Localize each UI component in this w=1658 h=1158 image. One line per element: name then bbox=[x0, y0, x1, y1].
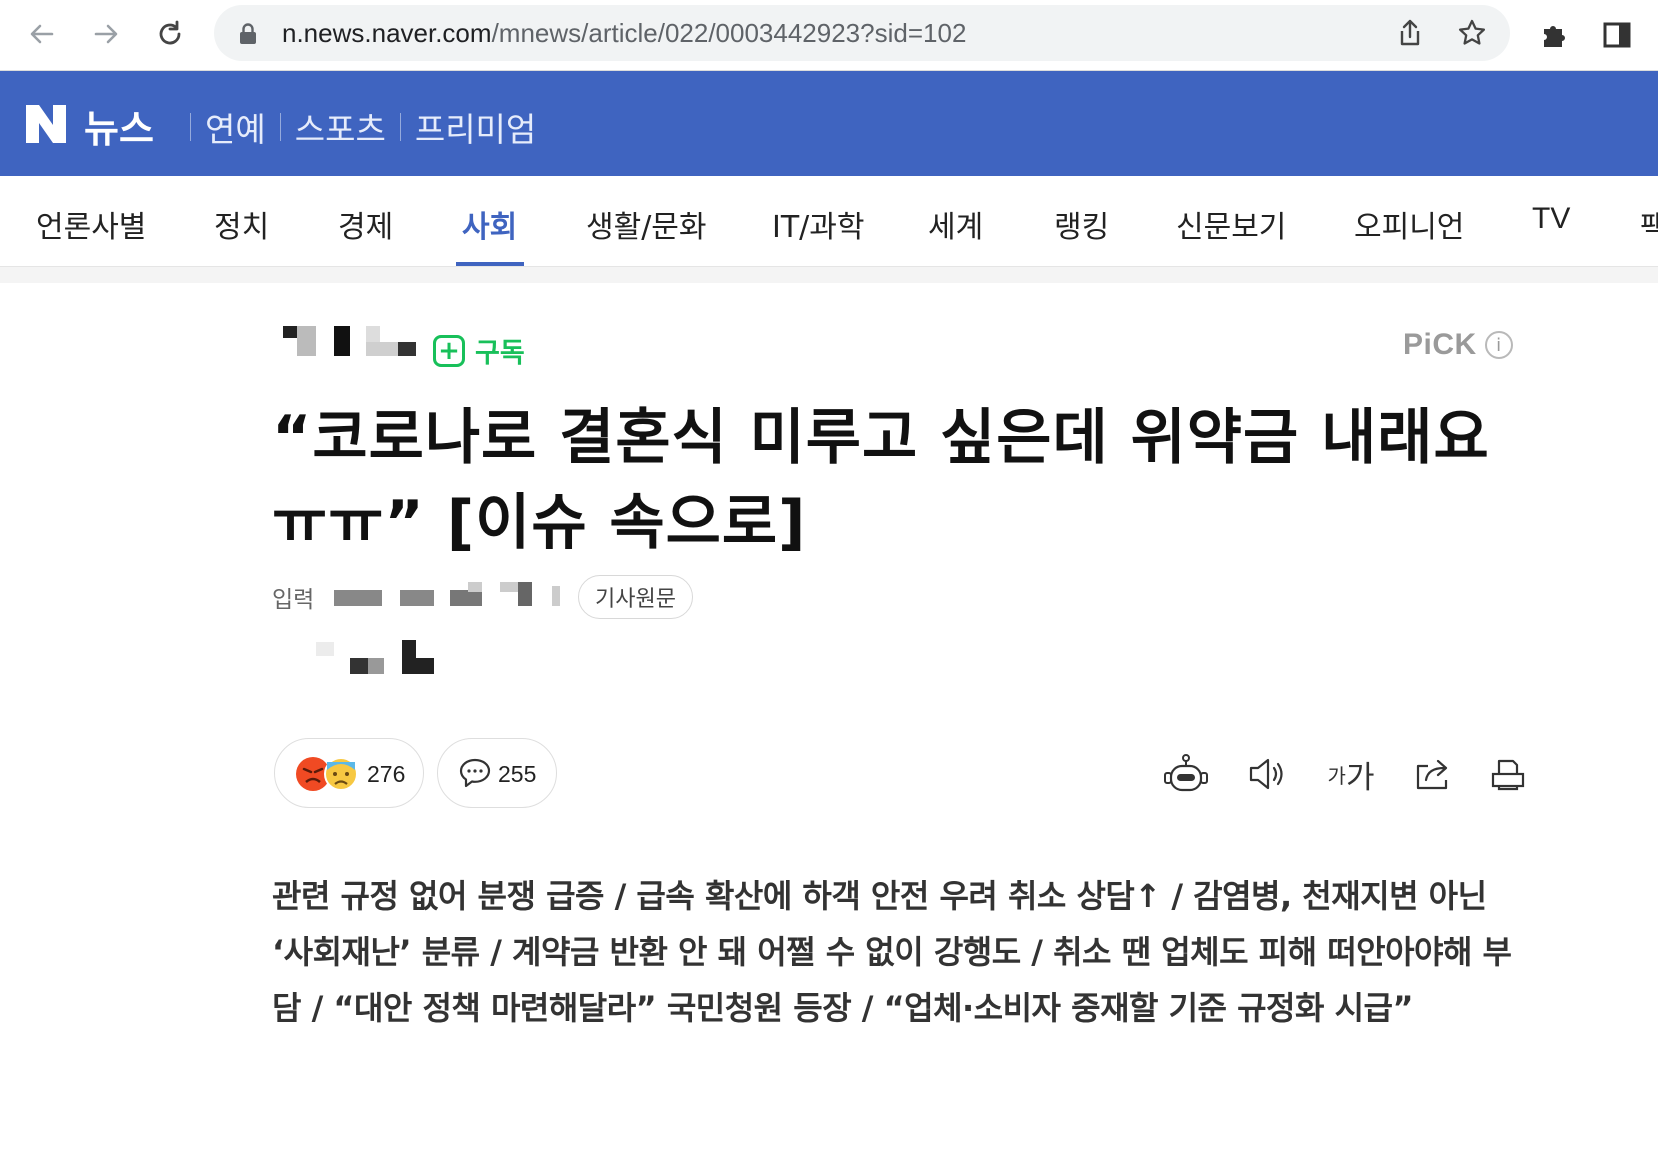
tab-politics[interactable]: 정치 bbox=[214, 202, 269, 246]
forward-arrow-icon[interactable] bbox=[84, 12, 128, 56]
divider bbox=[279, 113, 281, 141]
headline-line-1: “코로나로 결혼식 미루고 싶은데 위약금 내래요 bbox=[272, 403, 1490, 473]
link-entertainment[interactable]: 연예 bbox=[205, 103, 266, 151]
font-size-small: 가 bbox=[1327, 763, 1346, 788]
divider-strip bbox=[0, 267, 1658, 283]
url-path: /mnews/article/022/0003442923?sid=102 bbox=[491, 18, 967, 48]
article-summary: 관련 규정 없어 분쟁 급증 / 급속 확산에 하객 안전 우려 취소 상담↑ … bbox=[272, 877, 1512, 1027]
tab-tv[interactable]: TV bbox=[1532, 202, 1570, 236]
tab-by-press[interactable]: 언론사별 bbox=[36, 202, 146, 246]
back-arrow-icon[interactable] bbox=[20, 12, 64, 56]
tab-world[interactable]: 세계 bbox=[928, 202, 983, 246]
active-tab-indicator bbox=[456, 262, 524, 266]
share-icon[interactable] bbox=[1394, 17, 1426, 49]
input-date-label: 입력 bbox=[272, 587, 315, 613]
sidepanel-icon[interactable] bbox=[1600, 18, 1634, 52]
summary-bot-icon[interactable] bbox=[1162, 752, 1210, 796]
url-text: n.news.naver.com/mnews/article/022/00034… bbox=[282, 18, 966, 49]
comment-count: 255 bbox=[498, 761, 537, 787]
article-headline: “코로나로 결혼식 미루고 싶은데 위약금 내래요 ㅠㅠ” [이슈 속으로] bbox=[272, 396, 1502, 566]
naver-logo[interactable] bbox=[26, 105, 66, 147]
tab-ranking[interactable]: 랭킹 bbox=[1054, 202, 1109, 246]
headline-line-2: ㅠㅠ” [이슈 속으로] bbox=[272, 488, 807, 558]
tab-newspaper[interactable]: 신문보기 bbox=[1176, 202, 1286, 246]
comment-button[interactable]: 255 bbox=[437, 738, 557, 808]
sad-emoji-icon bbox=[323, 756, 359, 796]
section-tabs: 언론사별 정치 경제 사회 생활/문화 IT/과학 세계 랭킹 신문보기 오피니… bbox=[0, 176, 1658, 267]
naver-news-header: 뉴스 연예 스포츠 프리미엄 bbox=[0, 71, 1658, 176]
star-icon[interactable] bbox=[1456, 17, 1488, 49]
reaction-count: 276 bbox=[367, 761, 406, 787]
tab-opinion[interactable]: 오피니언 bbox=[1354, 202, 1464, 246]
share-out-icon[interactable] bbox=[1412, 752, 1456, 796]
tab-it-science[interactable]: IT/과학 bbox=[772, 202, 864, 246]
font-size-tool[interactable]: 가가 bbox=[1326, 752, 1376, 796]
original-article-button[interactable]: 기사원문 bbox=[578, 575, 693, 619]
link-sports[interactable]: 스포츠 bbox=[295, 103, 386, 151]
subscribe-button[interactable]: + 구독 bbox=[433, 331, 525, 370]
news-brand[interactable]: 뉴스 bbox=[84, 98, 154, 153]
pick-label: PiCK bbox=[1403, 328, 1477, 361]
address-bar[interactable]: n.news.naver.com/mnews/article/022/00034… bbox=[214, 5, 1510, 61]
speaker-icon[interactable] bbox=[1246, 752, 1290, 796]
reload-icon[interactable] bbox=[148, 12, 192, 56]
link-premium[interactable]: 프리미엄 bbox=[415, 103, 536, 151]
tab-factcheck[interactable]: 팩 bbox=[1640, 202, 1658, 246]
divider bbox=[190, 113, 191, 141]
print-icon[interactable] bbox=[1488, 752, 1528, 796]
tab-life-culture[interactable]: 생활/문화 bbox=[586, 202, 707, 246]
browser-toolbar: n.news.naver.com/mnews/article/022/00034… bbox=[0, 0, 1658, 71]
divider bbox=[399, 113, 401, 141]
tab-society[interactable]: 사회 bbox=[462, 202, 517, 246]
pick-badge: PiCK i bbox=[1403, 328, 1513, 362]
info-icon[interactable]: i bbox=[1484, 331, 1513, 359]
reaction-button[interactable]: 276 bbox=[274, 738, 424, 808]
comment-icon bbox=[458, 757, 492, 793]
service-links: 연예 스포츠 프리미엄 bbox=[176, 103, 536, 151]
plus-icon: + bbox=[433, 334, 465, 367]
tab-economy[interactable]: 경제 bbox=[338, 202, 393, 246]
subscribe-label: 구독 bbox=[475, 338, 525, 369]
lock-icon[interactable] bbox=[238, 22, 258, 46]
url-host: n.news.naver.com bbox=[282, 18, 492, 48]
extension-icon[interactable] bbox=[1538, 18, 1572, 52]
font-size-large: 가 bbox=[1345, 759, 1375, 796]
article-meta: 입력 bbox=[272, 580, 314, 614]
